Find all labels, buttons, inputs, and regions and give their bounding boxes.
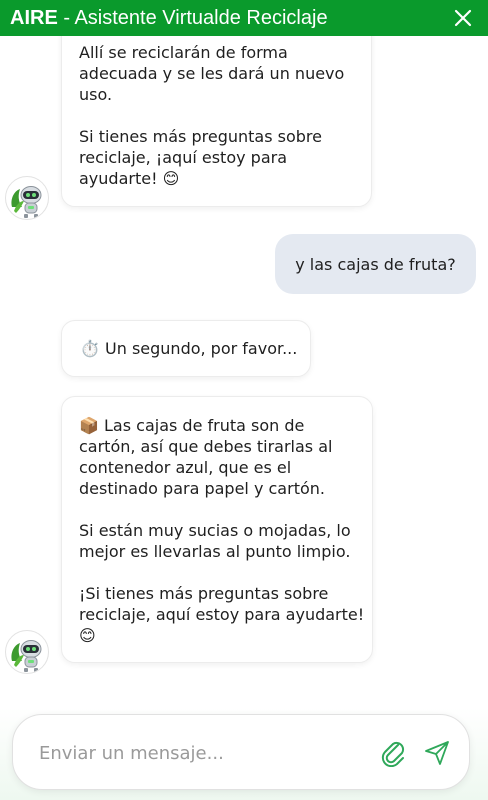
message-line: destinado para papel y cartón. bbox=[79, 479, 325, 498]
message-line: adecuada y se les dará un nuevo bbox=[79, 64, 345, 83]
header-title: AIRE - Asistente Virtualde Reciclaje bbox=[10, 7, 452, 30]
message-line: Si tienes más preguntas sobre bbox=[79, 127, 322, 146]
bot-avatar bbox=[5, 176, 49, 220]
send-icon bbox=[425, 741, 449, 765]
message-input[interactable] bbox=[37, 735, 361, 771]
message-line: reciclaje, aquí estoy para ayudarte! bbox=[79, 605, 365, 624]
message-line: cartón, así que debes tirarlas al bbox=[79, 437, 333, 456]
send-button[interactable] bbox=[423, 739, 451, 767]
composer bbox=[12, 714, 470, 790]
attach-button[interactable] bbox=[381, 739, 407, 768]
chat-messages[interactable]: Allí se reciclarán de forma adecuada y s… bbox=[0, 36, 488, 800]
brand-name: AIRE bbox=[10, 6, 58, 29]
close-icon bbox=[454, 9, 472, 27]
message-line: reciclaje, ¡aquí estoy para bbox=[79, 148, 288, 167]
message-text: y las cajas de fruta? bbox=[295, 254, 456, 274]
message-line: 📦 Las cajas de fruta son de bbox=[79, 416, 305, 435]
bot-message: Allí se reciclarán de forma adecuada y s… bbox=[61, 36, 372, 207]
message-line: mejor es llevarlas al punto limpio. bbox=[79, 542, 351, 561]
message-line: Allí se reciclarán de forma bbox=[79, 43, 288, 62]
user-message: y las cajas de fruta? bbox=[275, 234, 476, 294]
message-line: ayudarte! 😊 bbox=[79, 169, 180, 188]
robot-avatar-icon bbox=[11, 640, 42, 672]
bot-avatar bbox=[5, 630, 49, 674]
composer-area bbox=[0, 708, 488, 800]
chat-header: AIRE - Asistente Virtualde Reciclaje bbox=[0, 0, 488, 36]
message-text: ⏱️ Un segundo, por favor... bbox=[80, 339, 298, 358]
message-line: ¡Si tienes más preguntas sobre bbox=[79, 584, 329, 603]
robot-avatar-icon bbox=[11, 186, 42, 218]
close-button[interactable] bbox=[452, 7, 474, 29]
message-line: uso. bbox=[79, 85, 113, 104]
bot-message: 📦 Las cajas de fruta son de cartón, así … bbox=[61, 396, 373, 663]
header-subtitle: - Asistente Virtualde Reciclaje bbox=[57, 6, 328, 29]
bot-message: ⏱️ Un segundo, por favor... bbox=[61, 320, 311, 377]
message-line: Si están muy sucias o mojadas, lo bbox=[79, 521, 351, 540]
message-line: 😊 bbox=[79, 626, 96, 645]
paperclip-icon bbox=[381, 741, 405, 768]
message-line: contenedor azul, que es el bbox=[79, 458, 292, 477]
